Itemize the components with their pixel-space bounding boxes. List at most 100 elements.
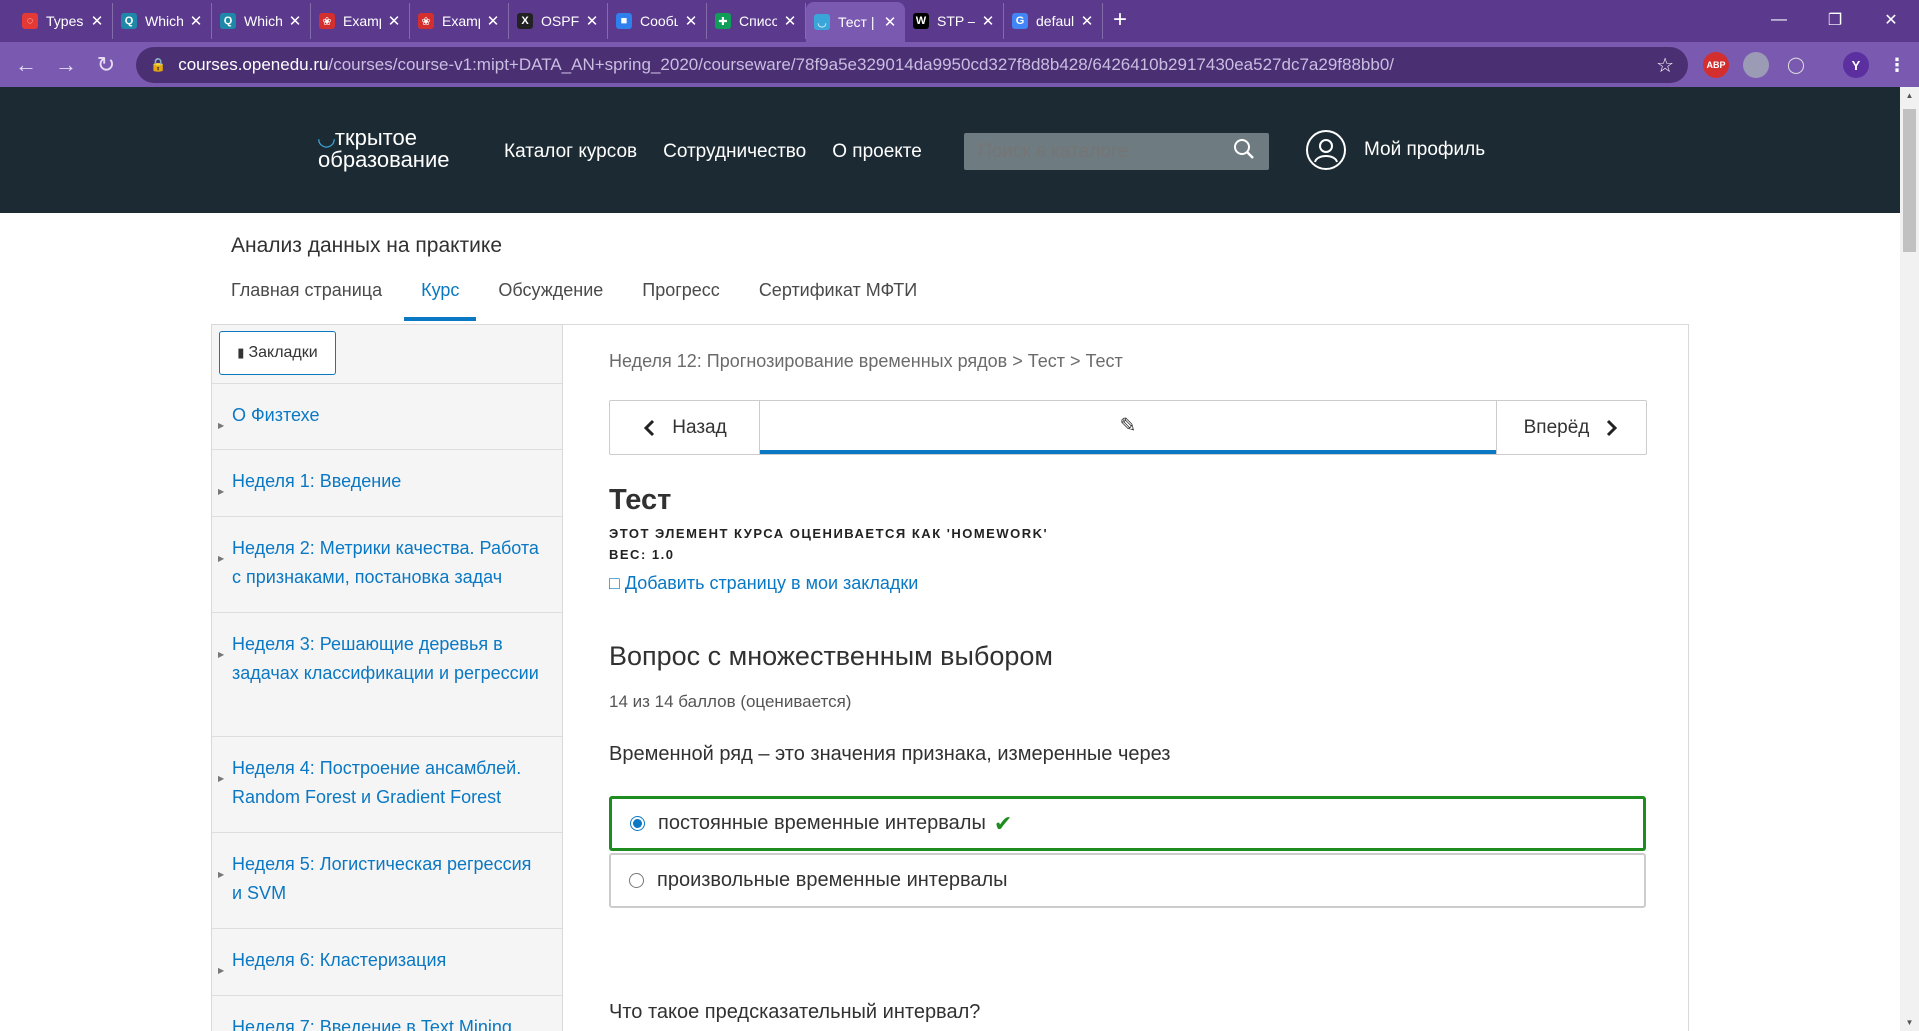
- answer-option[interactable]: произвольные временные интервалы: [609, 853, 1646, 908]
- course-tabs: Главная страница Курс Обсуждение Прогрес…: [214, 270, 939, 321]
- close-tab-icon[interactable]: ✕: [883, 13, 897, 31]
- tab-label: OSPF — X: [541, 13, 579, 29]
- close-window-icon[interactable]: ✕: [1863, 0, 1919, 40]
- browser-tab[interactable]: ❀ Example f ✕: [311, 3, 410, 39]
- bookmark-outline-icon: □: [609, 573, 620, 593]
- scroll-thumb[interactable]: [1903, 109, 1916, 252]
- tab-home[interactable]: Главная страница: [214, 270, 399, 321]
- nav-partnership[interactable]: Сотрудничество: [663, 141, 806, 163]
- radio-selected[interactable]: [630, 816, 645, 831]
- tab-label: Types of R: [46, 13, 84, 29]
- expand-arrow-icon: ▶: [218, 1023, 224, 1031]
- forward-icon[interactable]: →: [46, 52, 86, 78]
- checkmark-icon: ✔: [993, 810, 1013, 836]
- menu-icon[interactable]: ⋮: [1884, 52, 1910, 78]
- catalog-search: [964, 133, 1269, 170]
- chapter-label: Неделя 1: Введение: [232, 471, 402, 491]
- tab-progress[interactable]: Прогресс: [625, 270, 737, 321]
- unit-tab-active[interactable]: ✎: [760, 401, 1496, 454]
- close-tab-icon[interactable]: ✕: [486, 12, 500, 30]
- close-tab-icon[interactable]: ✕: [981, 12, 995, 30]
- radio-unselected[interactable]: [629, 873, 644, 888]
- close-tab-icon[interactable]: ✕: [90, 12, 104, 30]
- tab-label: Which of t: [244, 13, 282, 29]
- q-icon: Q: [220, 13, 236, 29]
- profile-link[interactable]: Мой профиль: [1306, 130, 1485, 170]
- close-tab-icon[interactable]: ✕: [1080, 12, 1094, 30]
- chapter-label: Неделя 6: Кластеризация: [232, 950, 447, 970]
- tab-label: Example f: [442, 13, 480, 29]
- close-tab-icon[interactable]: ✕: [684, 12, 698, 30]
- reload-icon[interactable]: ↻: [86, 52, 126, 78]
- nav-catalog[interactable]: Каталог курсов: [504, 141, 637, 163]
- back-icon[interactable]: ←: [6, 52, 46, 78]
- answer-option[interactable]: постоянные временные интервалы ✔: [609, 796, 1646, 851]
- scroll-down-icon[interactable]: ▼: [1900, 1014, 1919, 1031]
- problem-heading: Вопрос с множественным выбором: [609, 641, 1053, 671]
- browser-tab[interactable]: ◡ Тест | Тес ✕: [806, 2, 905, 42]
- unit-title: Тест: [609, 484, 672, 516]
- expand-arrow-icon: ▶: [218, 487, 225, 496]
- browser-tab[interactable]: W STP — Ви ✕: [905, 3, 1004, 39]
- adblock-plus-icon[interactable]: ABP: [1703, 52, 1729, 78]
- tab-discussion[interactable]: Обсуждение: [481, 270, 620, 321]
- scroll-up-icon[interactable]: ▲: [1900, 87, 1919, 104]
- discord-icon[interactable]: [1743, 52, 1769, 78]
- chapter-item[interactable]: ▶ Неделя 6: Кластеризация: [212, 928, 562, 995]
- chapter-item[interactable]: ▶ Неделя 1: Введение: [212, 449, 562, 516]
- minimize-icon[interactable]: —: [1751, 0, 1807, 40]
- expand-arrow-icon: ▶: [218, 650, 225, 659]
- search-input[interactable]: [978, 140, 1233, 163]
- habr-icon: Х: [517, 13, 533, 29]
- chapter-item[interactable]: ▶ Неделя 3: Решающие деревья в задачах кл…: [212, 612, 562, 736]
- chapter-item[interactable]: ▶ Неделя 5: Логистическая регрессия и SVM: [212, 832, 562, 928]
- site-header: ◡ткрытое образование Каталог курсов Сотр…: [0, 87, 1900, 213]
- browser-tab[interactable]: ❀ Example f ✕: [410, 3, 509, 39]
- logo-line2: образование: [318, 147, 450, 172]
- profile-avatar[interactable]: Y: [1843, 52, 1869, 78]
- chapter-item[interactable]: ▶ Неделя 7: Введение в Text Mining: [212, 995, 562, 1031]
- openedu-logo[interactable]: ◡ткрытое образование: [318, 127, 449, 171]
- tab-certificate[interactable]: Сертификат МФТИ: [742, 270, 934, 321]
- browser-tab[interactable]: ◌ Types of R ✕: [14, 3, 113, 39]
- browser-tab[interactable]: Gdefault va ✕: [1004, 3, 1103, 39]
- tab-label: Тест | Тес: [838, 14, 877, 30]
- search-icon[interactable]: [1233, 138, 1255, 165]
- close-tab-icon[interactable]: ✕: [288, 12, 302, 30]
- expand-arrow-icon: ▶: [218, 966, 225, 975]
- close-tab-icon[interactable]: ✕: [585, 12, 599, 30]
- bookmark-star-icon[interactable]: ☆: [1656, 53, 1674, 78]
- address-bar[interactable]: 🔒 courses.openedu.ru/courses/course-v1:m…: [136, 47, 1688, 83]
- prev-label: Назад: [672, 416, 727, 438]
- close-tab-icon[interactable]: ✕: [783, 12, 797, 30]
- url-text[interactable]: courses.openedu.ru/courses/course-v1:mip…: [178, 55, 1656, 75]
- weight-label: ВЕС: 1.0: [609, 547, 675, 562]
- browser-tab[interactable]: Q Which of t ✕: [113, 3, 212, 39]
- add-bookmark-link[interactable]: □ Добавить страницу в мои закладки: [609, 573, 918, 594]
- tab-label: Which of t: [145, 13, 183, 29]
- chapter-item[interactable]: ▶ Неделя 4: Построение ансамблей. Random …: [212, 736, 562, 832]
- lightbulb-icon[interactable]: ◯: [1783, 52, 1809, 78]
- nav-about[interactable]: О проекте: [832, 141, 922, 163]
- page-scrollbar[interactable]: ▲ ▼: [1900, 87, 1919, 1031]
- answer-label: постоянные временные интервалы: [658, 812, 986, 834]
- browser-tab[interactable]: ■ Сообщени ✕: [608, 3, 707, 39]
- q-icon: Q: [121, 13, 137, 29]
- browser-tab[interactable]: ✚ Список - (✕: [707, 3, 806, 39]
- new-tab-button[interactable]: +: [1113, 2, 1127, 42]
- chapter-label: Неделя 5: Логистическая регрессия и SVM: [232, 854, 532, 903]
- edit-icon: ✎: [1119, 415, 1137, 437]
- prev-button[interactable]: Назад: [610, 401, 760, 454]
- restore-icon[interactable]: ❐: [1807, 0, 1863, 40]
- tab-course[interactable]: Курс: [404, 270, 477, 321]
- chapter-item[interactable]: ▶ О Физтехе: [212, 383, 562, 449]
- google-icon: G: [1012, 13, 1028, 29]
- close-tab-icon[interactable]: ✕: [387, 12, 401, 30]
- browser-tab[interactable]: Х OSPF — X ✕: [509, 3, 608, 39]
- add-bookmark-label: Добавить страницу в мои закладки: [624, 573, 919, 593]
- chapter-item[interactable]: ▶ Неделя 2: Метрики качества. Работа с пр…: [212, 516, 562, 612]
- browser-tab[interactable]: Q Which of t ✕: [212, 3, 311, 39]
- bookmarks-button[interactable]: ▮ Закладки: [219, 331, 336, 375]
- close-tab-icon[interactable]: ✕: [189, 12, 203, 30]
- next-button[interactable]: Вперёд: [1496, 401, 1646, 454]
